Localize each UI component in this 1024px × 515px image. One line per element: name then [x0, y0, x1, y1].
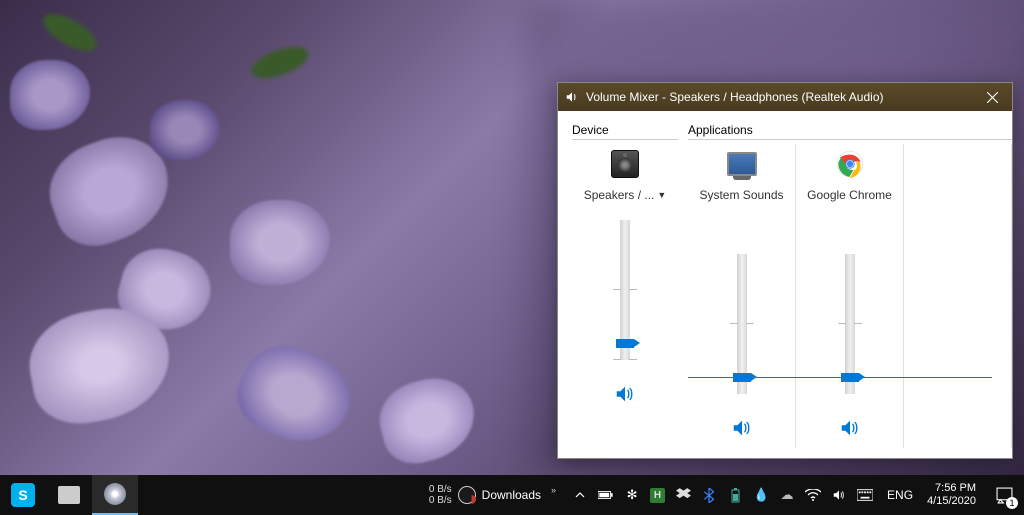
titlebar-app-icon [564, 89, 580, 105]
mixer-content: Device Speakers / ... ▼ [558, 111, 1012, 458]
speaker-icon [731, 417, 753, 439]
close-button[interactable] [972, 83, 1012, 111]
tray-icon-cloud[interactable]: ☁ [779, 487, 795, 503]
device-name: Speakers / ... [584, 188, 655, 202]
device-section-label: Device [572, 123, 678, 140]
downloads-button[interactable]: Downloads » [458, 486, 556, 504]
net-upload: 0 B/s [429, 484, 452, 495]
tray-icon-droplet[interactable]: 💧 [753, 487, 769, 503]
clock-date: 4/15/2020 [927, 495, 976, 508]
window-title: Volume Mixer - Speakers / Headphones (Re… [586, 90, 972, 104]
taskbar: S 0 B/s 0 B/s Downloads » ✻ H 💧 ☁ [0, 475, 1024, 515]
applications-section-label: Applications [688, 123, 1012, 140]
dropdown-caret-icon: ▼ [657, 190, 666, 200]
network-speed-indicator[interactable]: 0 B/s 0 B/s [429, 484, 452, 506]
clock-time: 7:56 PM [927, 482, 976, 495]
taskbar-app-skype[interactable]: S [0, 475, 46, 515]
taskbar-app-disc[interactable] [92, 475, 138, 515]
app-column-system-sounds: System Sounds [688, 144, 796, 448]
tray-icon-dropbox[interactable] [675, 487, 691, 503]
chevrons-icon: » [551, 485, 556, 495]
downloads-label: Downloads [482, 488, 541, 502]
downloads-icon [458, 486, 476, 504]
notifications-badge: 1 [1006, 497, 1018, 509]
bluetooth-icon[interactable] [701, 487, 717, 503]
app-volume-slider-system-sounds[interactable] [740, 254, 744, 394]
chevron-up-icon [575, 490, 585, 500]
net-download: 0 B/s [429, 495, 452, 506]
notifications-button[interactable]: 1 [984, 475, 1024, 515]
app-mute-button-chrome[interactable] [836, 414, 864, 442]
tray-icon-h[interactable]: H [650, 488, 665, 503]
app-name-system-sounds: System Sounds [699, 188, 783, 202]
taskbar-app-generic[interactable] [46, 475, 92, 515]
device-mute-button[interactable] [611, 380, 639, 408]
speaker-icon [614, 383, 636, 405]
wifi-icon[interactable] [805, 487, 821, 503]
volume-icon[interactable] [831, 487, 847, 503]
device-volume-slider[interactable] [623, 220, 627, 360]
app-icon-system-sounds[interactable] [726, 148, 758, 180]
keyboard-icon[interactable] [857, 487, 873, 503]
volume-mixer-window: Volume Mixer - Speakers / Headphones (Re… [557, 82, 1013, 459]
language-indicator[interactable]: ENG [887, 488, 913, 502]
app-mute-button-system-sounds[interactable] [728, 414, 756, 442]
titlebar[interactable]: Volume Mixer - Speakers / Headphones (Re… [558, 83, 1012, 111]
tray-overflow-button[interactable] [572, 487, 588, 503]
app-volume-slider-chrome[interactable] [848, 254, 852, 394]
tray-icon-snowflake[interactable]: ✻ [624, 487, 640, 503]
system-tray: ✻ H 💧 ☁ [564, 487, 881, 503]
device-dropdown[interactable]: Speakers / ... ▼ [584, 188, 667, 202]
battery-icon[interactable] [598, 487, 614, 503]
app-icon-chrome[interactable] [834, 148, 866, 180]
app-column-chrome: Google Chrome [796, 144, 904, 448]
speaker-icon [839, 417, 861, 439]
device-icon[interactable] [609, 148, 641, 180]
close-icon [987, 92, 998, 103]
clock[interactable]: 7:56 PM 4/15/2020 [927, 482, 976, 508]
app-name-chrome: Google Chrome [807, 188, 892, 202]
tray-icon-battery2[interactable] [727, 487, 743, 503]
device-slider-area [611, 202, 639, 414]
